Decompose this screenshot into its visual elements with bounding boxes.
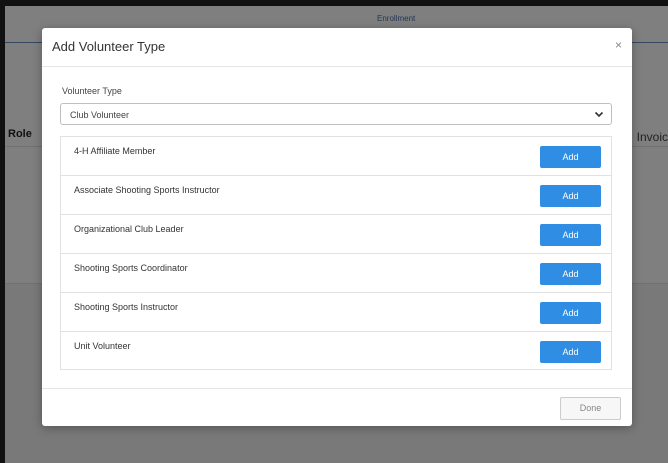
list-item: Shooting Sports Instructor Add — [61, 293, 611, 332]
list-item: Unit Volunteer Add — [61, 332, 611, 371]
add-button[interactable]: Add — [540, 302, 601, 324]
list-item: Shooting Sports Coordinator Add — [61, 254, 611, 293]
add-volunteer-type-dialog: Add Volunteer Type × Volunteer Type Club… — [42, 28, 632, 426]
volunteer-type-selected-value: Club Volunteer — [70, 110, 130, 120]
volunteer-type-list: 4-H Affiliate Member Add Associate Shoot… — [60, 136, 612, 370]
list-item-label: Unit Volunteer — [74, 341, 131, 351]
add-button[interactable]: Add — [540, 185, 601, 207]
add-button[interactable]: Add — [540, 146, 601, 168]
dialog-header: Add Volunteer Type × — [42, 28, 632, 67]
list-item-label: Shooting Sports Coordinator — [74, 263, 188, 273]
list-item-label: Associate Shooting Sports Instructor — [74, 185, 220, 195]
list-item: Organizational Club Leader Add — [61, 215, 611, 254]
list-item: 4-H Affiliate Member Add — [61, 137, 611, 176]
done-button[interactable]: Done — [560, 397, 621, 420]
chevron-down-icon — [594, 111, 604, 118]
add-button[interactable]: Add — [540, 263, 601, 285]
add-button[interactable]: Add — [540, 224, 601, 246]
add-button[interactable]: Add — [540, 341, 601, 363]
list-item-label: 4-H Affiliate Member — [74, 146, 156, 156]
dialog-title: Add Volunteer Type — [52, 39, 166, 54]
dialog-footer-divider — [42, 388, 632, 389]
close-icon[interactable]: × — [615, 38, 622, 52]
list-item: Associate Shooting Sports Instructor Add — [61, 176, 611, 215]
list-item-label: Organizational Club Leader — [74, 224, 184, 234]
volunteer-type-select[interactable]: Club Volunteer — [60, 103, 612, 125]
list-item-label: Shooting Sports Instructor — [74, 302, 179, 312]
volunteer-type-label: Volunteer Type — [62, 86, 122, 96]
